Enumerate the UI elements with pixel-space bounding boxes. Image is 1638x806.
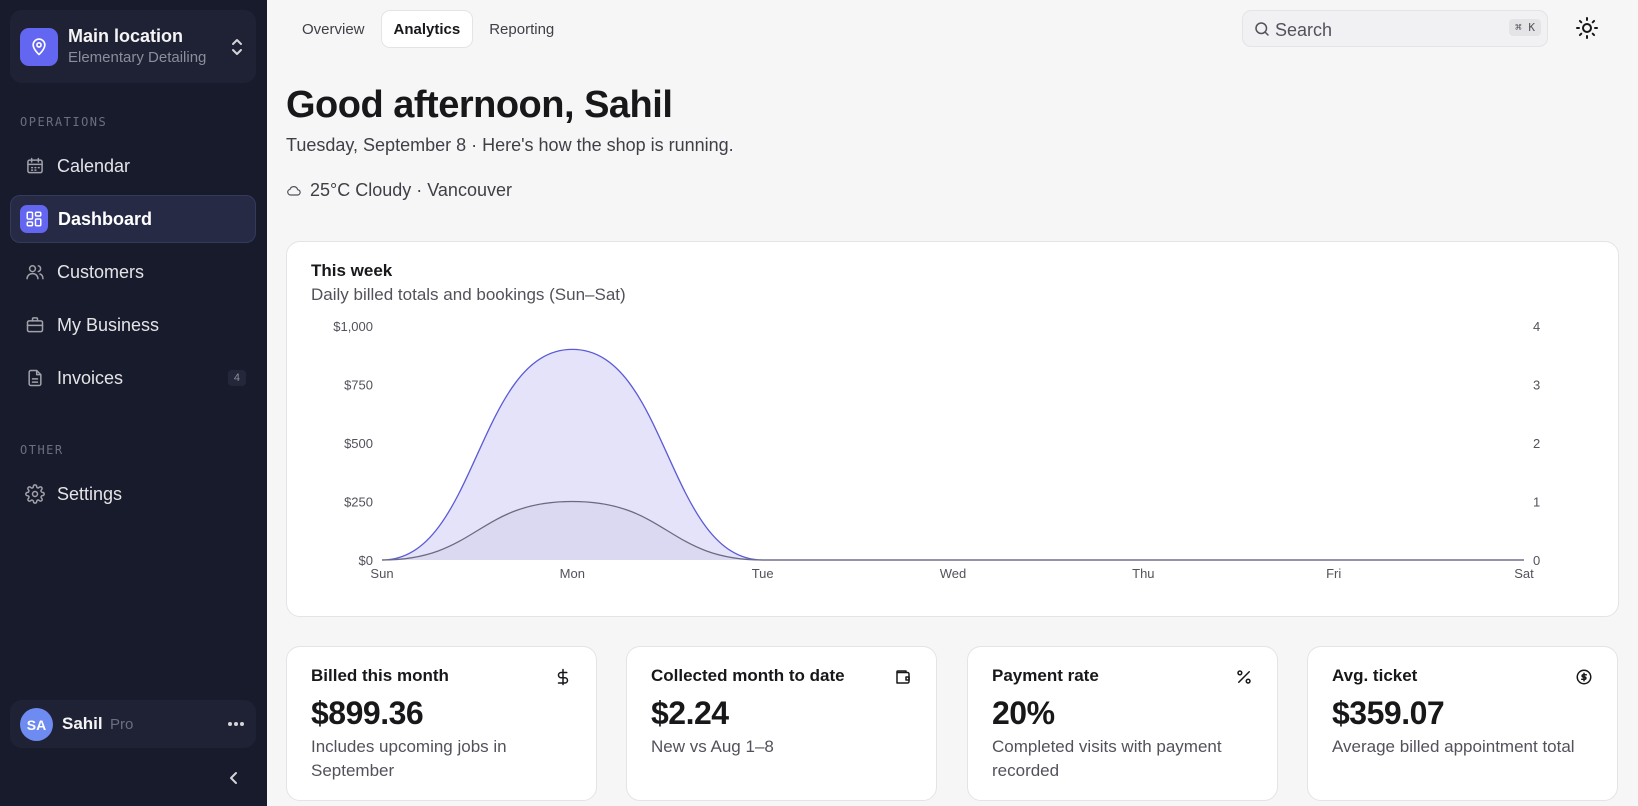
stat-value: $2.24: [651, 695, 729, 731]
y-left-tick-label: $750: [344, 378, 373, 393]
page-title: Good afternoon, Sahil: [286, 84, 673, 126]
sidebar: Main location Elementary Detailing OPERA…: [0, 0, 267, 806]
sidebar-item-customers[interactable]: Customers: [10, 248, 256, 296]
search-input[interactable]: Search ⌘ K: [1242, 10, 1548, 47]
y-right-tick-label: 3: [1533, 378, 1540, 393]
users-icon: [24, 261, 46, 283]
weather-text: 25°C Cloudy · Vancouver: [310, 180, 512, 200]
more-horizontal-icon[interactable]: [226, 714, 246, 734]
sidebar-item-label: Settings: [57, 483, 123, 504]
search-placeholder: Search: [1275, 20, 1333, 40]
view-tabs: Overview Analytics Reporting: [290, 10, 566, 48]
weekly-chart-card: This week Daily billed totals and bookin…: [286, 241, 1619, 617]
y-right-tick-label: 4: [1533, 319, 1540, 334]
x-tick-label: Thu: [1132, 566, 1154, 581]
y-left-tick-label: $500: [344, 436, 373, 451]
percent-icon: [1237, 670, 1251, 684]
sidebar-item-label: Calendar: [57, 155, 131, 176]
sun-icon[interactable]: [1575, 16, 1599, 40]
search-shortcut: ⌘ K: [1509, 19, 1541, 36]
stat-description: New vs Aug 1–8: [651, 737, 774, 756]
stat-card-avg-ticket: Avg. ticket $359.07 Average billed appoi…: [1307, 646, 1618, 801]
stat-title: Collected month to date: [651, 666, 845, 685]
y-right-tick-label: 1: [1533, 495, 1540, 510]
x-tick-label: Mon: [560, 566, 585, 581]
stat-description: Includes upcoming jobs in September: [311, 737, 507, 780]
x-tick-label: Sat: [1514, 566, 1534, 581]
page-subtitle: Tuesday, September 8 · Here's how the sh…: [286, 135, 734, 155]
search-icon: [1255, 22, 1269, 36]
stat-value: $359.07: [1332, 695, 1445, 731]
weekly-area-chart: $0$250$500$750$1,00001234Sun Mon Tue Wed Thu…: [333, 319, 1540, 581]
x-tick-label: Wed: [940, 566, 967, 581]
x-tick-label: Fri: [1326, 566, 1341, 581]
chevron-up-down-icon: [232, 39, 242, 55]
sidebar-item-settings[interactable]: Settings: [10, 470, 256, 518]
series-area-1: [382, 501, 1524, 560]
stat-card-payment-rate: Payment rate 20% Completed visits with p…: [967, 646, 1278, 801]
user-plan-badge: Pro: [110, 716, 134, 733]
briefcase-icon: [24, 314, 46, 336]
stat-title: Avg. ticket: [1332, 666, 1418, 685]
sidebar-item-label: Invoices: [57, 367, 124, 388]
calendar-icon: [24, 155, 46, 177]
y-left-tick-label: $1,000: [333, 319, 373, 334]
tab-overview[interactable]: Overview: [290, 10, 377, 48]
stat-description: Average billed appointment total: [1332, 737, 1575, 756]
collapse-sidebar-icon[interactable]: [224, 768, 244, 788]
wallet-icon: [896, 670, 910, 684]
y-right-tick-label: 2: [1533, 436, 1540, 451]
gear-icon: [24, 483, 46, 505]
avatar: SA: [20, 708, 53, 741]
dashboard-icon: [20, 205, 48, 233]
invoice-icon: [24, 367, 46, 389]
stat-title: Payment rate: [992, 666, 1099, 685]
stat-card-billed: Billed this month $899.36 Includes upcom…: [286, 646, 597, 801]
tab-analytics[interactable]: Analytics: [380, 10, 474, 48]
coin-icon: [1576, 669, 1592, 685]
sidebar-item-label: My Business: [57, 314, 160, 335]
stat-description: Completed visits with payment recorded: [992, 737, 1222, 780]
sidebar-item-calendar[interactable]: Calendar: [10, 142, 256, 190]
location-subtitle: Elementary Detailing: [68, 49, 207, 66]
y-right-tick-label: 0: [1533, 553, 1540, 568]
sidebar-item-dashboard[interactable]: Dashboard: [10, 195, 256, 243]
invoice-count-badge: 4: [227, 370, 246, 386]
section-label-other: OTHER: [20, 443, 64, 457]
stat-value: $899.36: [311, 695, 424, 731]
cloud-icon: [287, 185, 301, 196]
x-tick-label: Sun: [370, 566, 393, 581]
map-pin-icon: [20, 28, 58, 66]
stat-title: Billed this month: [311, 666, 449, 685]
location-switcher[interactable]: Main location Elementary Detailing: [10, 10, 256, 83]
sidebar-item-label: Customers: [57, 261, 145, 282]
sidebar-item-invoices[interactable]: Invoices 4: [10, 354, 256, 402]
weather-status: 25°C Cloudy · Vancouver: [286, 180, 512, 201]
location-title: Main location: [68, 26, 184, 46]
stat-value: 20%: [992, 695, 1055, 731]
stat-card-collected: Collected month to date $2.24 New vs Aug…: [626, 646, 937, 801]
sidebar-item-my-business[interactable]: My Business: [10, 301, 256, 349]
user-name: Sahil: [62, 714, 103, 733]
section-label-operations: OPERATIONS: [20, 115, 108, 129]
x-tick-label: Tue: [752, 566, 774, 581]
tab-reporting[interactable]: Reporting: [477, 10, 566, 48]
dollar-icon: [557, 668, 569, 686]
y-left-tick-label: $250: [344, 495, 373, 510]
user-menu[interactable]: SA Sahil Pro: [10, 700, 256, 748]
sidebar-item-label: Dashboard: [58, 208, 153, 229]
